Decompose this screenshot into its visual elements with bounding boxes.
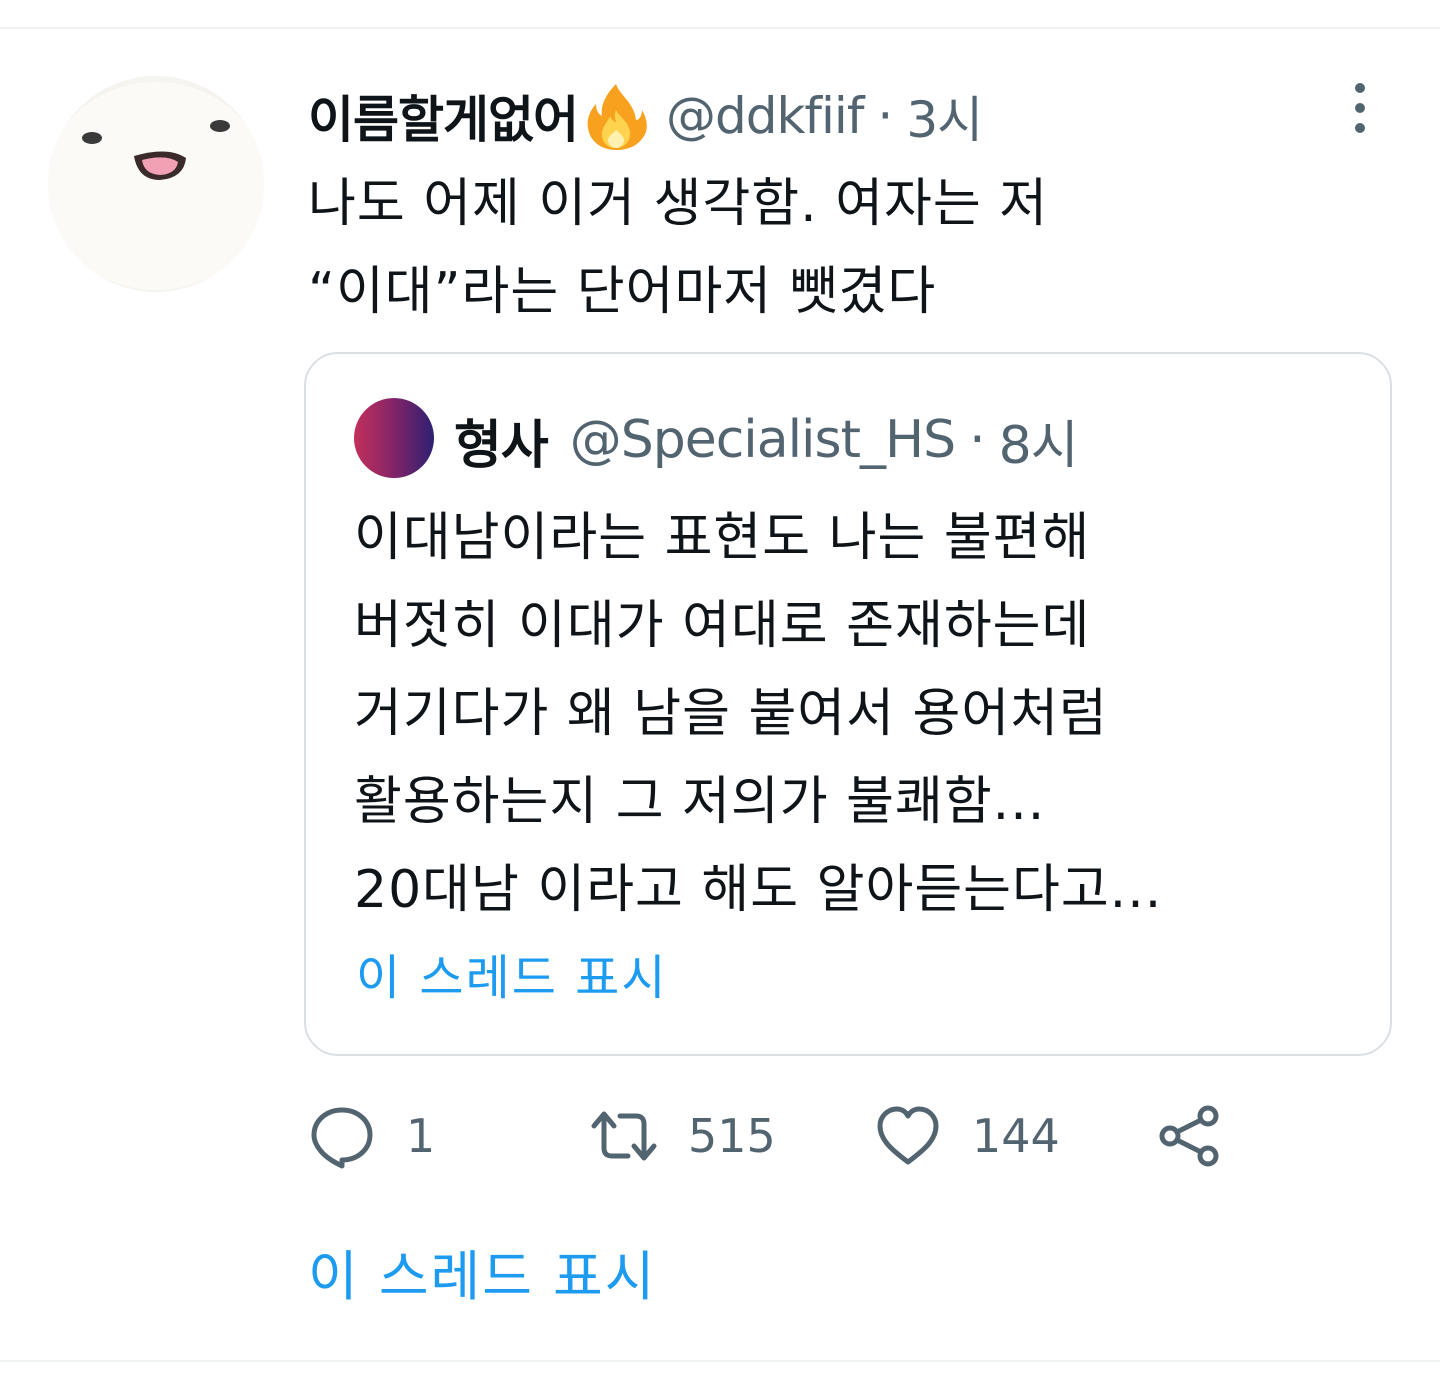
heart-icon — [877, 1106, 939, 1165]
reply-button[interactable]: 1 — [308, 1096, 435, 1176]
reply-icon — [311, 1107, 373, 1169]
show-thread-link[interactable]: 이 스레드 표시 — [308, 1232, 656, 1311]
quoted-body-line: 20대남 이라고 해도 알아듣는다고... — [354, 860, 1163, 920]
quoted-separator: · — [969, 410, 986, 470]
quoted-body-line: 이대남이라는 표현도 나는 불편해 — [354, 508, 1091, 568]
top-divider — [0, 27, 1440, 29]
more-options-icon[interactable] — [1340, 80, 1380, 136]
quoted-time: 8시 — [998, 415, 1079, 476]
bottom-divider — [0, 1360, 1440, 1362]
user-handle[interactable]: @ddkfiif — [666, 87, 864, 145]
like-button[interactable]: 144 — [874, 1096, 1060, 1176]
quoted-show-thread-link[interactable]: 이 스레드 표시 — [356, 938, 667, 1008]
tweet-body-line: 나도 어제 이거 생각함. 여자는 저 — [308, 174, 1049, 234]
quoted-body: 이대남이라는 표현도 나는 불편해 버젓히 이대가 여대로 존재하는데 거기다가… — [354, 494, 1374, 934]
retweet-icon — [591, 1111, 657, 1161]
quoted-tweet-card[interactable]: 형사 @Specialist_HS · 8시 이대남이라는 표현도 나는 불편해… — [304, 352, 1392, 1056]
retweet-count: 515 — [688, 1109, 776, 1163]
quoted-body-line: 활용하는지 그 저의가 불쾌함... — [354, 772, 1046, 832]
header-separator: · — [877, 87, 893, 145]
avatar[interactable] — [48, 76, 264, 292]
tweet-body-line: “이대”라는 단어마저 뺏겼다 — [308, 262, 937, 322]
quoted-header: 형사 @Specialist_HS · 8시 — [454, 398, 1079, 482]
quoted-avatar[interactable] — [354, 398, 434, 478]
share-icon — [1159, 1105, 1219, 1167]
tweet-header: 이름할게없어 @ddkfiif · 3시 — [308, 76, 983, 156]
tweet-body: 나도 어제 이거 생각함. 여자는 저 “이대”라는 단어마저 뺏겼다 — [308, 160, 1368, 336]
share-button[interactable] — [1156, 1096, 1224, 1176]
tweet-time[interactable]: 3시 — [906, 80, 983, 152]
display-name[interactable]: 이름할게없어 — [308, 80, 579, 152]
like-count: 144 — [972, 1109, 1060, 1163]
retweet-button[interactable]: 515 — [590, 1096, 776, 1176]
quoted-handle: @Specialist_HS — [569, 410, 956, 470]
quoted-display-name: 형사 — [454, 415, 549, 476]
reply-count: 1 — [406, 1109, 436, 1163]
quoted-body-line: 버젓히 이대가 여대로 존재하는데 — [354, 596, 1091, 656]
fire-emoji-icon — [580, 80, 652, 152]
avatar-face-image — [48, 76, 264, 292]
quoted-body-line: 거기다가 왜 남을 붙여서 용어처럼 — [354, 684, 1108, 744]
